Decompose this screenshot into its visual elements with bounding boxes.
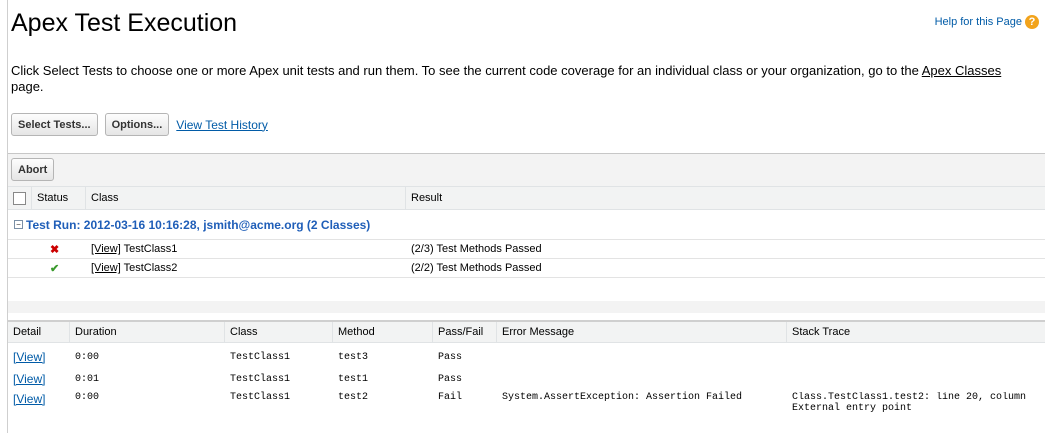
table-row: [View] 0:00 TestClass1 test2 Fail System… <box>8 392 1045 418</box>
detail-column-header[interactable]: Detail <box>8 322 70 342</box>
method-cell: test1 <box>338 373 369 385</box>
intro-text: Click Select Tests to choose one or more… <box>11 63 1036 95</box>
test-run-table: Status Class Result − Test Run: 2012-03-… <box>8 186 1045 301</box>
method-cell: test3 <box>338 351 369 363</box>
page-title: Apex Test Execution <box>11 9 238 37</box>
test-run-group-row[interactable]: − Test Run: 2012-03-16 10:16:28, jsmith@… <box>8 210 1045 240</box>
view-detail-link[interactable]: [View] <box>13 350 45 364</box>
spacer-row <box>8 278 1045 301</box>
view-detail-link[interactable]: [View] <box>13 392 45 406</box>
collapse-toggle-icon[interactable]: − <box>14 220 23 229</box>
detail-table-header: Detail Duration Class Method Pass/Fail E… <box>8 322 1045 343</box>
view-class-link[interactable]: [View] <box>91 262 121 274</box>
test-run-group-title: Test Run: 2012-03-16 10:16:28, jsmith@ac… <box>26 217 371 232</box>
class-column-header[interactable]: Class <box>86 187 406 209</box>
apex-test-execution-page: Apex Test Execution Help for this Page ?… <box>7 0 1045 433</box>
table-row: [View] 0:00 TestClass1 test3 Pass <box>8 348 1045 366</box>
duration-cell: 0:00 <box>75 351 100 363</box>
pass-fail-column-header[interactable]: Pass/Fail <box>433 322 497 342</box>
pass-fail-cell: Pass <box>438 373 463 385</box>
toolbar: Select Tests... Options... View Test His… <box>11 113 268 136</box>
pass-fail-cell: Fail <box>438 392 463 403</box>
intro-text-body: Click Select Tests to choose one or more… <box>11 63 922 78</box>
stack-trace-cell: Class.TestClass1.test2: line 20, column … <box>787 392 1045 414</box>
select-all-cell <box>8 187 32 209</box>
class-cell: TestClass1 <box>230 351 291 363</box>
help-link-label[interactable]: Help for this Page <box>935 16 1022 28</box>
view-class-link[interactable]: [View] <box>91 243 121 255</box>
result-column-header[interactable]: Result <box>406 187 1045 209</box>
view-detail-link[interactable]: [View] <box>13 372 45 386</box>
stack-trace-column-header[interactable]: Stack Trace <box>787 322 1045 342</box>
result-cell: (2/3) Test Methods Passed <box>411 243 542 255</box>
method-cell: test2 <box>338 392 369 403</box>
test-run-table-header: Status Class Result <box>8 186 1045 210</box>
duration-column-header[interactable]: Duration <box>70 322 225 342</box>
table-row: ✖ [View] TestClass1 (2/3) Test Methods P… <box>8 240 1045 259</box>
help-icon[interactable]: ? <box>1025 15 1039 29</box>
abort-button[interactable]: Abort <box>11 158 55 181</box>
apex-classes-link[interactable]: Apex Classes <box>922 63 1001 78</box>
stack-trace-line: External entry point <box>792 403 913 414</box>
class-column-header[interactable]: Class <box>225 322 333 342</box>
table-row: ✔ [View] TestClass2 (2/2) Test Methods P… <box>8 259 1045 278</box>
select-all-checkbox[interactable] <box>13 191 26 205</box>
pass-fail-cell: Pass <box>438 351 463 363</box>
class-cell: TestClass1 <box>230 392 291 403</box>
intro-text-suffix: page. <box>11 79 44 94</box>
error-message-column-header[interactable]: Error Message <box>497 322 787 342</box>
view-test-history-link[interactable]: View Test History <box>176 118 268 132</box>
test-method-detail-table: Detail Duration Class Method Pass/Fail E… <box>8 320 1045 418</box>
class-name: TestClass1 <box>123 243 178 255</box>
table-row: [View] 0:01 TestClass1 test1 Pass <box>8 370 1045 388</box>
fail-x-icon: ✖ <box>50 243 60 256</box>
duration-cell: 0:00 <box>75 392 100 403</box>
options-button[interactable]: Options... <box>104 113 170 136</box>
help-link[interactable]: Help for this Page ? <box>935 15 1039 29</box>
class-cell: TestClass1 <box>230 373 291 385</box>
pass-check-icon: ✔ <box>50 262 60 275</box>
test-run-panel: Abort Status Class Result − Test Run: 20… <box>8 153 1045 313</box>
method-column-header[interactable]: Method <box>333 322 433 342</box>
duration-cell: 0:01 <box>75 373 100 385</box>
result-cell: (2/2) Test Methods Passed <box>411 262 542 274</box>
class-name: TestClass2 <box>123 262 178 274</box>
abort-bar: Abort <box>8 154 1045 186</box>
error-message-cell: System.AssertException: Assertion Failed <box>502 392 743 403</box>
status-column-header[interactable]: Status <box>32 187 86 209</box>
select-tests-button[interactable]: Select Tests... <box>11 113 98 136</box>
stack-trace-line: Class.TestClass1.test2: line 20, column <box>792 392 1027 403</box>
